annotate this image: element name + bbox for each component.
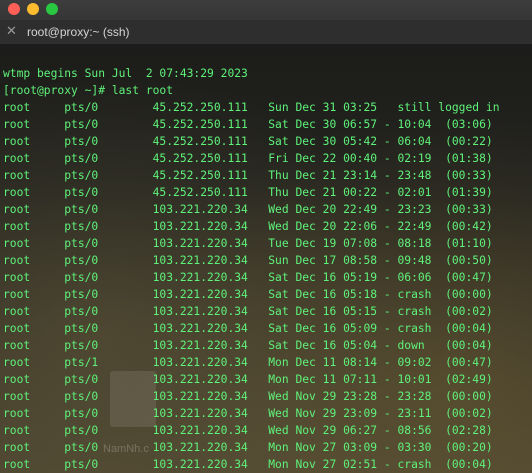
window-titlebar <box>0 0 532 20</box>
tab-bar: ✕ root@proxy:~ (ssh) <box>0 20 532 45</box>
terminal-line: root pts/1 103.221.220.34 Mon Dec 11 08:… <box>3 356 493 369</box>
terminal-line: root pts/0 103.221.220.34 Tue Dec 19 07:… <box>3 237 493 250</box>
terminal-line: root pts/0 103.221.220.34 Sat Dec 16 05:… <box>3 271 493 284</box>
terminal-line: root pts/0 103.221.220.34 Mon Nov 27 02:… <box>3 458 493 471</box>
terminal-line: root pts/0 103.221.220.34 Sat Dec 16 05:… <box>3 288 493 301</box>
terminal-line-prompt: [root@proxy ~]# last root <box>3 84 174 97</box>
terminal-line-wtmp: wtmp begins Sun Jul 2 07:43:29 2023 <box>3 67 248 80</box>
terminal-line: root pts/0 103.221.220.34 Wed Nov 29 23:… <box>3 390 493 403</box>
terminal-line: root pts/0 45.252.250.111 Thu Dec 21 23:… <box>3 169 493 182</box>
tab-title[interactable]: root@proxy:~ (ssh) <box>27 24 130 40</box>
terminal-line: root pts/0 103.221.220.34 Sat Dec 16 05:… <box>3 322 493 335</box>
terminal-line: root pts/0 103.221.220.34 Wed Nov 29 23:… <box>3 407 493 420</box>
terminal-line: root pts/0 103.221.220.34 Wed Dec 20 22:… <box>3 203 493 216</box>
terminal-line: root pts/0 45.252.250.111 Fri Dec 22 00:… <box>3 152 493 165</box>
terminal-line: root pts/0 103.221.220.34 Sat Dec 16 05:… <box>3 305 493 318</box>
terminal-line: root pts/0 103.221.220.34 Mon Dec 11 07:… <box>3 373 493 386</box>
terminal-line: root pts/0 103.221.220.34 Mon Nov 27 03:… <box>3 441 493 454</box>
terminal-line: root pts/0 45.252.250.111 Sat Dec 30 05:… <box>3 135 493 148</box>
terminal-line: root pts/0 45.252.250.111 Thu Dec 21 00:… <box>3 186 493 199</box>
zoom-window-button[interactable] <box>46 3 58 15</box>
terminal-line: root pts/0 103.221.220.34 Sun Dec 17 08:… <box>3 254 493 267</box>
terminal-window: ✕ root@proxy:~ (ssh) NamNh.c wtmp begins… <box>0 0 532 473</box>
terminal-output[interactable]: NamNh.c wtmp begins Sun Jul 2 07:43:29 2… <box>0 45 532 473</box>
close-tab-icon[interactable]: ✕ <box>6 24 17 40</box>
close-window-button[interactable] <box>8 3 20 15</box>
minimize-window-button[interactable] <box>27 3 39 15</box>
terminal-line: root pts/0 103.221.220.34 Wed Dec 20 22:… <box>3 220 493 233</box>
terminal-line: root pts/0 45.252.250.111 Sun Dec 31 03:… <box>3 101 500 114</box>
terminal-line: root pts/0 103.221.220.34 Wed Nov 29 06:… <box>3 424 493 437</box>
terminal-line: root pts/0 45.252.250.111 Sat Dec 30 06:… <box>3 118 493 131</box>
terminal-line: root pts/0 103.221.220.34 Sat Dec 16 05:… <box>3 339 493 352</box>
